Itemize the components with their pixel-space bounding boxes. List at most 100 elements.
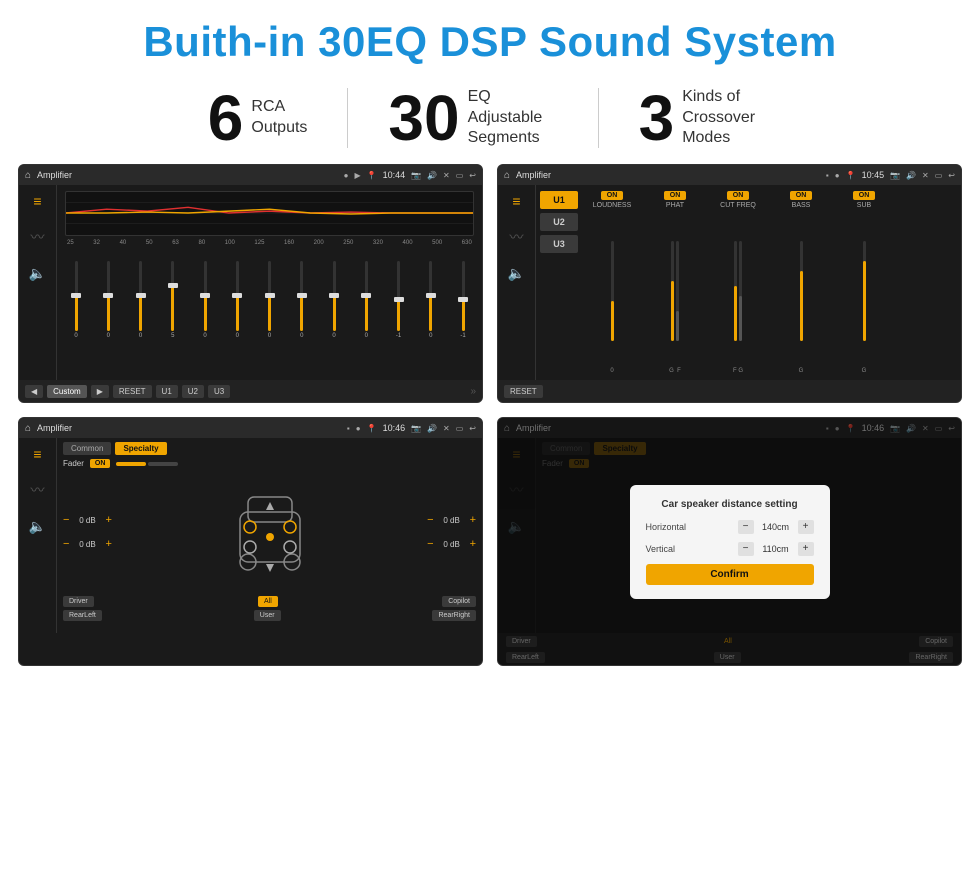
eq-slider-3[interactable]: 5	[164, 261, 182, 339]
eq-freq-labels: 253240506380100125160200250320400500630	[65, 240, 474, 246]
x2-icon[interactable]: ✕	[922, 171, 929, 180]
db-plus-4[interactable]: +	[470, 538, 476, 550]
wave-icon-2[interactable]: 〰	[510, 227, 524, 247]
stat-number-crossover: 3	[639, 86, 675, 150]
crossover-channels: ON LOUDNESS 0 ON PHAT	[582, 191, 957, 374]
u3-btn[interactable]: U3	[208, 385, 230, 398]
db-plus-3[interactable]: +	[470, 514, 476, 526]
dot3-icon: ▪	[347, 424, 350, 433]
cam2-icon: 📷	[890, 171, 900, 180]
horizontal-minus-btn[interactable]: −	[738, 520, 754, 534]
play-icon[interactable]: ▶	[354, 171, 360, 180]
db-minus-2[interactable]: −	[63, 538, 69, 550]
back2-icon[interactable]: ↩	[948, 171, 955, 180]
crossover-reset-btn[interactable]: RESET	[504, 385, 543, 398]
eq-slider-9[interactable]: 0	[357, 261, 375, 339]
eq-slider-5[interactable]: 0	[228, 261, 246, 339]
equalizer-icon[interactable]: ≡	[33, 193, 41, 209]
confirm-button[interactable]: Confirm	[646, 564, 814, 585]
dialog-screen: ⌂ Amplifier ▪ ● 📍 10:46 📷 🔊 ✕ ▭ ↩ ≡ 〰 🔈	[497, 417, 962, 666]
vertical-minus-btn[interactable]: −	[738, 542, 754, 556]
stat-crossover: 3 Kinds ofCrossover Modes	[599, 86, 813, 150]
user-btn[interactable]: User	[254, 610, 281, 621]
db-val-2: 0 dB	[73, 540, 101, 549]
eq-slider-12[interactable]: -1	[454, 261, 472, 339]
bass-toggle[interactable]: ON	[790, 191, 813, 200]
dialog-overlay: Car speaker distance setting Horizontal …	[498, 418, 961, 665]
vertical-plus-btn[interactable]: +	[798, 542, 814, 556]
u-buttons: U1 U2 U3	[540, 191, 578, 374]
u1-btn[interactable]: U1	[156, 385, 178, 398]
u1-crossover-btn[interactable]: U1	[540, 191, 578, 209]
dot-icon: ●	[344, 171, 349, 180]
phat-toggle[interactable]: ON	[664, 191, 687, 200]
eq-topbar-title: Amplifier	[37, 170, 338, 180]
db-minus-1[interactable]: −	[63, 514, 69, 526]
rearleft-btn[interactable]: RearLeft	[63, 610, 102, 621]
cutfreq-toggle[interactable]: ON	[727, 191, 750, 200]
tab-common[interactable]: Common	[63, 442, 111, 455]
eq-slider-11[interactable]: 0	[422, 261, 440, 339]
fader-time: 10:46	[383, 423, 406, 433]
home-icon-2[interactable]: ⌂	[504, 170, 510, 181]
loudness-toggle[interactable]: ON	[601, 191, 624, 200]
x3-icon[interactable]: ✕	[443, 424, 450, 433]
rect2-icon: ▪	[826, 171, 829, 180]
phat-label: PHAT	[666, 202, 684, 209]
speaker-icon[interactable]: 🔈	[29, 265, 46, 282]
copilot-btn[interactable]: Copilot	[442, 596, 476, 607]
wave-icon[interactable]: 〰	[31, 227, 45, 247]
fader-toggle-btn[interactable]: ON	[90, 459, 111, 468]
speaker-icon-3[interactable]: 🔈	[29, 518, 46, 535]
db-plus-2[interactable]: +	[105, 538, 111, 550]
fader-label: Fader	[63, 459, 84, 468]
horizontal-plus-btn[interactable]: +	[798, 520, 814, 534]
rect3-icon[interactable]: ▭	[456, 424, 464, 433]
eq-icon-2[interactable]: ≡	[512, 193, 520, 209]
eq-slider-1[interactable]: 0	[99, 261, 117, 339]
prev-btn[interactable]: ◀	[25, 385, 43, 398]
rect-icon[interactable]: ▭	[456, 171, 464, 180]
crossover-sidebar: ≡ 〰 🔈	[498, 185, 536, 380]
wave-icon-3[interactable]: 〰	[31, 480, 45, 500]
eq-slider-2[interactable]: 0	[132, 261, 150, 339]
rearright-btn[interactable]: RearRight	[432, 610, 476, 621]
back-icon[interactable]: ↩	[469, 171, 476, 180]
fader-topbar-title: Amplifier	[37, 423, 341, 433]
reset-btn[interactable]: RESET	[113, 385, 152, 398]
eq-slider-4[interactable]: 0	[196, 261, 214, 339]
db-plus-1[interactable]: +	[105, 514, 111, 526]
db-minus-4[interactable]: −	[427, 538, 433, 550]
eq-sliders: 0 0 0 5	[65, 249, 474, 339]
home-icon-3[interactable]: ⌂	[25, 423, 31, 434]
tab-specialty[interactable]: Specialty	[115, 442, 166, 455]
dialog-horizontal-control: − 140cm +	[738, 520, 814, 534]
speaker-icon-2[interactable]: 🔈	[508, 265, 525, 282]
vol3-icon[interactable]: 🔊	[427, 424, 437, 433]
stat-eq: 30 EQ AdjustableSegments	[348, 86, 597, 150]
eq-slider-8[interactable]: 0	[325, 261, 343, 339]
all-btn[interactable]: All	[258, 596, 278, 607]
home-icon[interactable]: ⌂	[25, 170, 31, 181]
eq-slider-10[interactable]: -1	[390, 261, 408, 339]
back3-icon[interactable]: ↩	[469, 424, 476, 433]
eq-slider-0[interactable]: 0	[67, 261, 85, 339]
expand-icon[interactable]: »	[470, 386, 476, 397]
driver-btn[interactable]: Driver	[63, 596, 94, 607]
db-minus-3[interactable]: −	[427, 514, 433, 526]
custom-btn[interactable]: Custom	[47, 385, 87, 398]
next-btn[interactable]: ▶	[91, 385, 109, 398]
rect2b-icon[interactable]: ▭	[935, 171, 943, 180]
volume-icon[interactable]: 🔊	[427, 171, 437, 180]
u2-crossover-btn[interactable]: U2	[540, 213, 578, 231]
channel-cutfreq: ON CUT FREQ F G	[708, 191, 768, 374]
dialog-vertical-label: Vertical	[646, 544, 676, 554]
eq-icon-3[interactable]: ≡	[33, 446, 41, 462]
x-icon[interactable]: ✕	[443, 171, 450, 180]
u3-crossover-btn[interactable]: U3	[540, 235, 578, 253]
vol2-icon[interactable]: 🔊	[906, 171, 916, 180]
eq-slider-6[interactable]: 0	[261, 261, 279, 339]
u2-btn[interactable]: U2	[182, 385, 204, 398]
sub-toggle[interactable]: ON	[853, 191, 876, 200]
eq-slider-7[interactable]: 0	[293, 261, 311, 339]
